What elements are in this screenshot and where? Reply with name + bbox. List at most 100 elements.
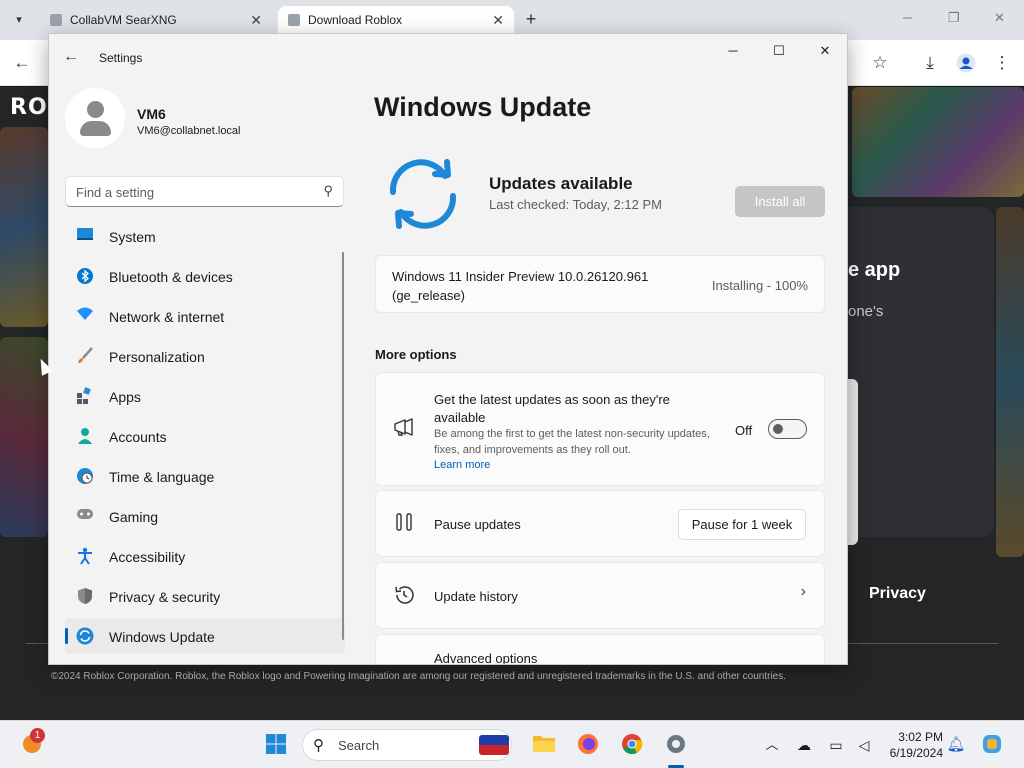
nav-item-accessibility[interactable]: Accessibility <box>65 538 345 574</box>
nav-label: Accessibility <box>109 549 186 565</box>
nav-item-bluetooth[interactable]: Bluetooth & devices <box>65 258 345 294</box>
nav-item-apps[interactable]: Apps <box>65 378 345 414</box>
nav-item-system[interactable]: System <box>65 218 345 254</box>
nav-item-windows-update[interactable]: Windows Update <box>65 618 345 654</box>
browser-back-icon[interactable]: ← <box>10 51 34 75</box>
display-icon[interactable]: ▭ <box>824 733 848 757</box>
privacy-link[interactable]: Privacy <box>869 585 926 603</box>
shield-icon <box>76 587 94 605</box>
browser-menu-icon[interactable]: ⋮ <box>990 51 1014 75</box>
copilot-icon[interactable] <box>980 733 1004 757</box>
last-checked-text: Last checked: Today, 2:12 PM <box>489 197 662 212</box>
advanced-options-title: Advanced options <box>434 651 538 665</box>
toggle-knob <box>773 424 783 434</box>
advanced-options-option[interactable]: ⚙ Advanced options <box>375 634 825 665</box>
active-indicator <box>65 628 68 644</box>
update-history-option[interactable]: Update history › <box>375 562 825 629</box>
nav-item-time-language[interactable]: Time & language <box>65 458 345 494</box>
latest-updates-toggle[interactable] <box>768 419 807 439</box>
cloud-offline-icon[interactable]: ☁ <box>792 733 816 757</box>
account-avatar[interactable] <box>65 88 125 148</box>
browser-restore-icon[interactable]: ❐ <box>948 10 960 26</box>
more-options-heading: More options <box>375 347 457 362</box>
update-progress-text: Installing - 100% <box>711 278 808 293</box>
tab-close-icon[interactable]: ✕ <box>250 6 262 34</box>
roblox-logo[interactable]: RO <box>10 95 48 120</box>
pause-for-week-button[interactable]: Pause for 1 week <box>678 509 806 540</box>
taskbar-search-label: Search <box>338 738 380 753</box>
apps-icon <box>76 387 94 405</box>
avatar-body <box>80 121 111 136</box>
tray-chevron-up-icon[interactable]: ︿ <box>760 733 784 757</box>
nav-item-privacy-security[interactable]: Privacy & security <box>65 578 345 614</box>
gamepad-icon <box>76 507 94 525</box>
download-heading: e app <box>848 259 901 281</box>
update-history-title: Update history <box>434 589 518 604</box>
nav-label: Accounts <box>109 429 167 445</box>
taskbar-search[interactable]: ⚲ Search <box>302 729 512 761</box>
avatar-head <box>87 101 104 118</box>
volume-icon[interactable]: ◁ <box>852 733 876 757</box>
latest-updates-description: Be among the first to get the latest non… <box>434 428 710 456</box>
settings-minimize-icon[interactable]: ─ <box>717 40 749 62</box>
settings-taskbar-icon[interactable] <box>664 733 688 757</box>
new-tab-button[interactable]: + <box>520 8 542 30</box>
bluetooth-icon <box>76 267 94 285</box>
browser-minimize-icon[interactable]: ─ <box>903 10 912 25</box>
settings-app-title: Settings <box>99 51 143 65</box>
settings-back-icon[interactable]: ← <box>63 47 83 67</box>
settings-close-icon[interactable]: ✕ <box>809 40 841 62</box>
settings-window: ← Settings ─ ☐ ✕ VM6 VM6@collabnet.local… <box>48 33 848 665</box>
firefox-icon[interactable] <box>576 733 600 757</box>
notifications-bell-icon[interactable]: 🔔︎ <box>944 733 968 757</box>
toggle-state-label: Off <box>735 423 753 438</box>
settings-maximize-icon[interactable]: ☐ <box>763 40 795 62</box>
search-icon[interactable]: ⚲ <box>323 183 333 199</box>
nav-item-accounts[interactable]: Accounts <box>65 418 345 454</box>
pause-updates-option: Pause updates Pause for 1 week <box>375 490 825 557</box>
download-card <box>848 207 994 537</box>
pause-icon <box>392 512 416 536</box>
download-button-edge[interactable] <box>848 379 858 545</box>
update-status-heading: Updates available <box>489 174 633 193</box>
nav-item-network[interactable]: Network & internet <box>65 298 345 334</box>
search-highlight-icon <box>479 735 509 755</box>
gear-icon: ⚙ <box>392 661 416 664</box>
tab-label: Download Roblox <box>308 13 403 27</box>
update-sync-icon <box>383 154 463 234</box>
nav-label: Windows Update <box>109 629 215 645</box>
profile-icon[interactable] <box>954 51 978 75</box>
chrome-icon[interactable] <box>620 733 644 757</box>
system-icon <box>76 227 94 245</box>
nav-label: System <box>109 229 156 245</box>
tab-label: CollabVM SearXNG <box>70 13 177 27</box>
tab-close-icon[interactable]: ✕ <box>492 6 504 34</box>
clock-time[interactable]: 3:02 PM <box>895 730 943 744</box>
tab-favicon-icon <box>50 14 62 26</box>
latest-updates-option: Get the latest updates as soon as they'r… <box>375 372 825 486</box>
brush-icon <box>76 347 94 365</box>
account-email: VM6@collabnet.local <box>137 125 241 137</box>
install-all-button[interactable]: Install all <box>735 186 825 217</box>
browser-close-icon[interactable]: ✕ <box>994 10 1005 26</box>
bookmark-star-icon[interactable]: ☆ <box>868 51 892 75</box>
clock-date[interactable]: 6/19/2024 <box>880 746 943 760</box>
download-subtext: one's <box>848 303 884 320</box>
tab-search-chevron-icon[interactable]: ▾ <box>8 9 30 31</box>
nav-item-gaming[interactable]: Gaming <box>65 498 345 534</box>
downloads-icon[interactable]: ⤓ <box>918 51 942 75</box>
tab-favicon-icon <box>288 14 300 26</box>
search-icon: ⚲ <box>313 737 324 754</box>
settings-titlebar: ← Settings ─ ☐ ✕ <box>49 34 847 82</box>
windows-update-icon <box>76 627 94 645</box>
find-setting-input[interactable] <box>76 183 312 201</box>
nav-label: Network & internet <box>109 309 225 325</box>
accounts-icon <box>76 427 94 445</box>
nav-item-personalization[interactable]: Personalization <box>65 338 345 374</box>
history-icon <box>392 584 416 608</box>
nav-scrollbar[interactable] <box>342 252 344 640</box>
file-explorer-icon[interactable] <box>532 733 556 757</box>
start-button-icon[interactable] <box>264 733 288 757</box>
nav-label: Time & language <box>109 469 215 485</box>
learn-more-link[interactable]: Learn more <box>434 459 490 471</box>
